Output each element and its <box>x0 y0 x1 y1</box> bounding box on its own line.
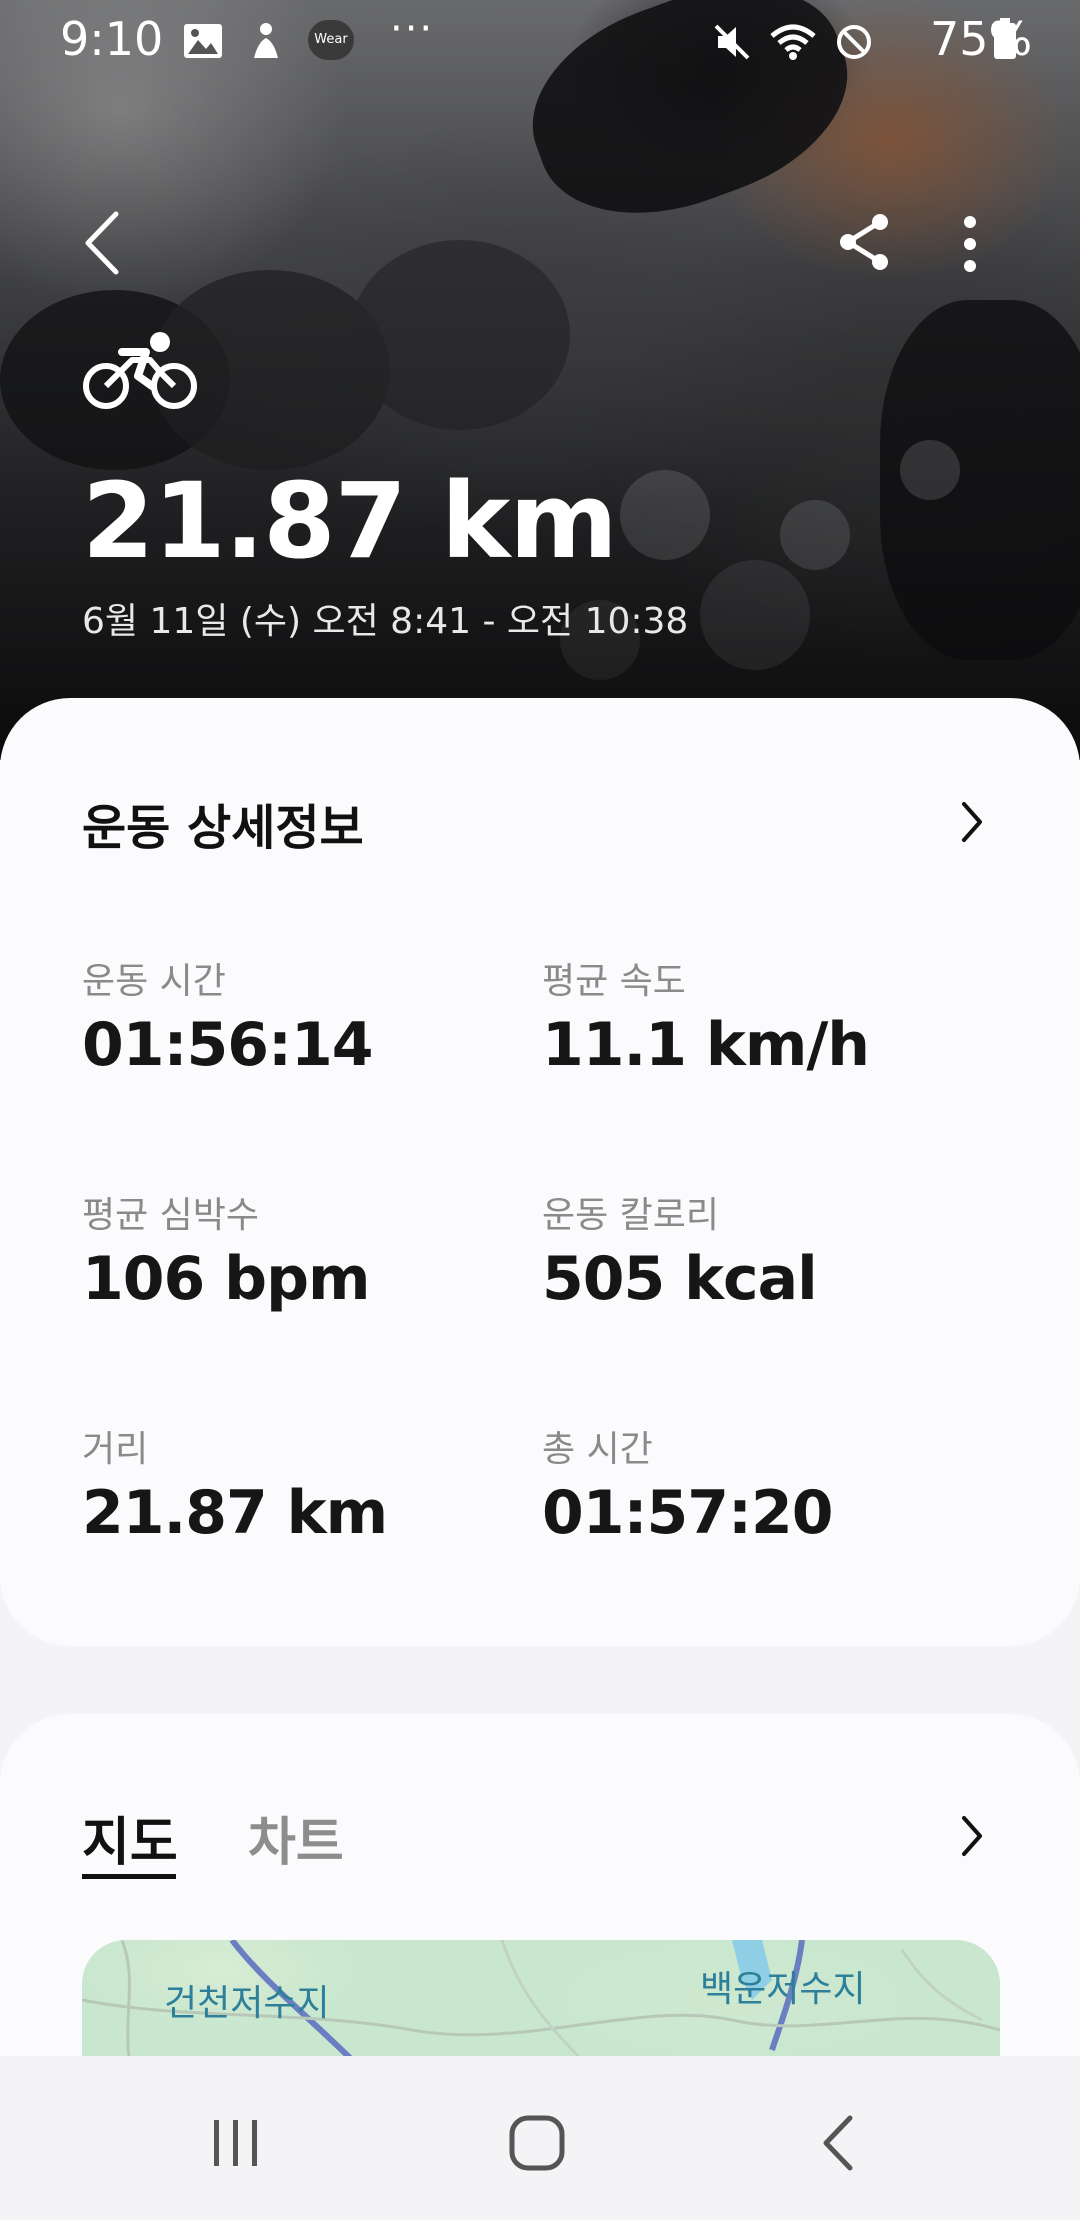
stat-label-duration: 운동 시간 <box>82 961 226 1002</box>
battery-icon <box>994 18 1016 59</box>
details-title[interactable]: 운동 상세정보 <box>82 788 364 858</box>
back-button[interactable] <box>80 208 126 278</box>
stat-label-calories: 운동 칼로리 <box>542 1195 720 1236</box>
map-chevron-icon[interactable] <box>958 1812 986 1860</box>
stat-label-avg-heart-rate: 평균 심박수 <box>82 1195 260 1236</box>
home-icon[interactable] <box>508 2114 566 2172</box>
stat-value-calories: 505 kcal <box>542 1244 818 1314</box>
dnd-icon <box>837 25 871 59</box>
details-chevron-icon[interactable] <box>958 798 986 846</box>
tab-chart[interactable]: 차트 <box>248 1800 344 1875</box>
stat-value-distance: 21.87 km <box>82 1478 388 1548</box>
tab-map[interactable]: 지도 <box>82 1800 178 1875</box>
map-label-geoncheon: 건천저수지 <box>164 1983 330 2024</box>
stat-value-avg-speed: 11.1 km/h <box>542 1010 870 1080</box>
stat-value-total-time: 01:57:20 <box>542 1478 833 1548</box>
more-notifications-icon: ··· <box>390 6 435 52</box>
nav-back-icon[interactable] <box>818 2112 858 2174</box>
stat-label-distance: 거리 <box>82 1429 149 1470</box>
stat-value-duration: 01:56:14 <box>82 1010 373 1080</box>
status-time: 9:10 <box>60 12 164 66</box>
stat-label-avg-speed: 평균 속도 <box>542 961 686 1002</box>
cycling-icon <box>83 332 197 409</box>
workout-date-range: 6월 11일 (수) 오전 8:41 - 오전 10:38 <box>82 601 689 642</box>
recent-apps-icon[interactable] <box>208 2118 264 2168</box>
tab-map-underline <box>82 1874 176 1879</box>
stat-label-total-time: 총 시간 <box>542 1429 653 1470</box>
map-label-baegun: 백운저수지 <box>700 1969 866 2010</box>
system-nav-bar <box>0 2056 1080 2220</box>
wear-app-icon: Wear <box>308 20 354 60</box>
stat-value-avg-heart-rate: 106 bpm <box>82 1244 371 1314</box>
fitness-icon <box>254 23 278 58</box>
status-bar: 9:10 Wear ··· 75% <box>0 0 1080 80</box>
more-options-button[interactable] <box>958 214 982 274</box>
share-button[interactable] <box>836 212 892 272</box>
gallery-icon <box>184 24 222 58</box>
wifi-icon <box>770 24 816 60</box>
workout-distance: 21.87 km <box>82 460 618 582</box>
mute-icon <box>714 24 750 60</box>
